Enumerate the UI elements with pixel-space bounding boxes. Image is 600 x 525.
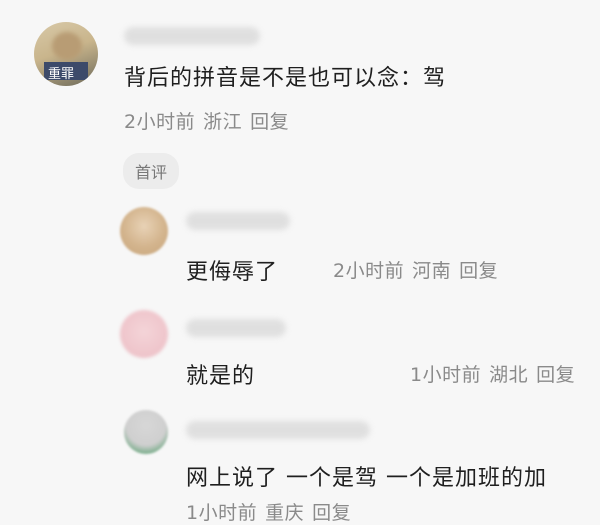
reply-meta: 1小时前 重庆 回复: [186, 498, 359, 525]
reply-region: 河南: [412, 260, 452, 282]
comment-meta: 2小时前 浙江 回复: [124, 107, 297, 134]
reply-meta: 2小时前 河南 回复: [333, 256, 506, 283]
reply-time: 1小时前: [410, 364, 482, 386]
avatar-figure: [52, 32, 82, 60]
reply-text: 网上说了 一个是驾 一个是加班的加: [186, 466, 547, 491]
reply-button[interactable]: 回复: [536, 364, 575, 386]
reply-button[interactable]: 回复: [459, 260, 498, 282]
avatar[interactable]: [120, 207, 168, 255]
avatar[interactable]: [120, 310, 168, 358]
reply-region: 湖北: [489, 364, 529, 386]
avatar[interactable]: [124, 410, 168, 454]
avatar-text: 重罪: [48, 67, 75, 82]
username-blurred[interactable]: [186, 319, 286, 337]
comment-text: 背后的拼音是不是也可以念：驾: [124, 66, 447, 91]
reply-region: 重庆: [265, 502, 305, 524]
reply-time: 2小时前: [333, 260, 405, 282]
reply-text: 更侮辱了: [186, 260, 279, 285]
username-blurred[interactable]: [186, 212, 290, 230]
comment-time: 2小时前: [124, 111, 196, 133]
reply-meta: 1小时前 湖北 回复: [410, 360, 583, 387]
reply-time: 1小时前: [186, 502, 258, 524]
first-comment-badge: 首评: [123, 153, 180, 189]
reply-button[interactable]: 回复: [250, 111, 289, 133]
reply-button[interactable]: 回复: [312, 502, 351, 524]
reply-text: 就是的: [186, 364, 256, 389]
comment-region: 浙江: [203, 111, 243, 133]
username-blurred[interactable]: [124, 27, 260, 45]
avatar[interactable]: 重罪: [34, 22, 98, 86]
username-blurred[interactable]: [186, 421, 370, 439]
